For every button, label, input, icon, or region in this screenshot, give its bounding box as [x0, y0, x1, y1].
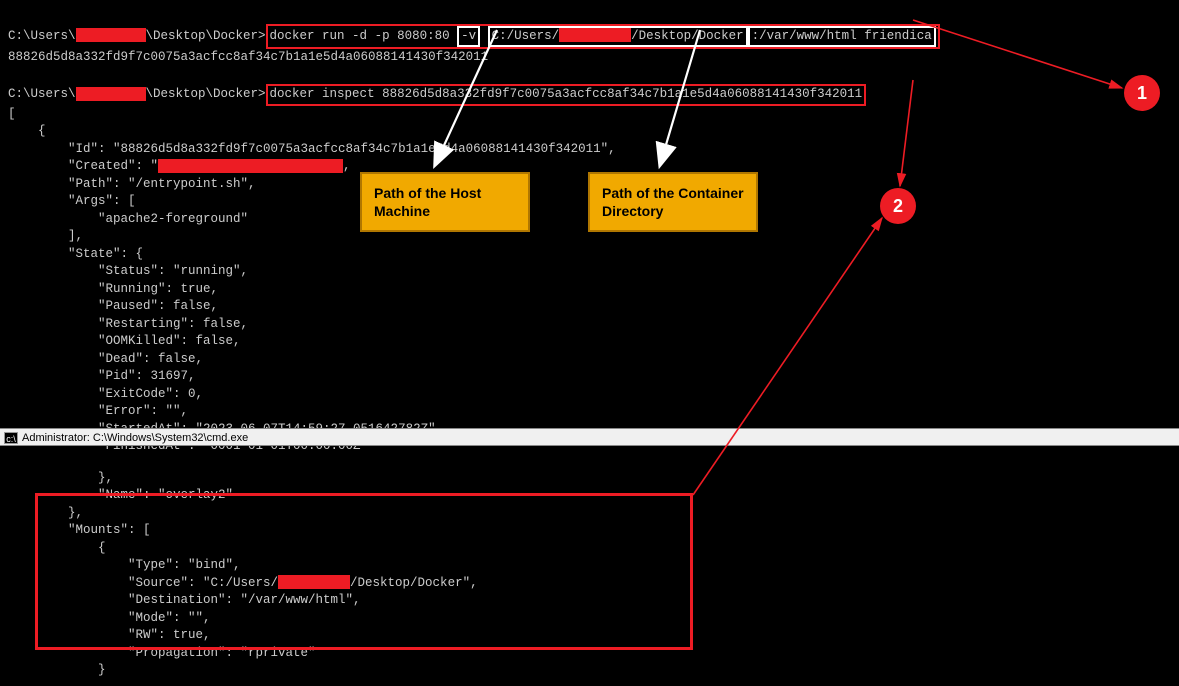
json-args1: "apache2-foreground" — [8, 212, 248, 226]
json-error: "Error": "", — [8, 404, 188, 418]
json-paused: "Paused": false, — [8, 299, 218, 313]
v-flag-box: -v — [457, 26, 480, 48]
json-prop: "Propagation": "rprivate" — [8, 646, 316, 660]
window-titlebar[interactable]: c:\ Administrator: C:\Windows\System32\cm… — [0, 428, 1179, 446]
prompt-line-2: C:\Users\\Desktop\Docker>docker inspect … — [8, 87, 866, 101]
redacted-user — [76, 28, 146, 42]
redacted-user2 — [559, 28, 631, 42]
badge-2: 2 — [880, 188, 916, 224]
json-mbrace: { — [8, 541, 106, 555]
json-running: "Running": true, — [8, 282, 218, 296]
json-dest: "Destination": "/var/www/html", — [8, 593, 361, 607]
callout-host-path: Path of the Host Machine — [360, 172, 530, 232]
json-oom: "OOMKilled": false, — [8, 334, 241, 348]
json-args-close: ], — [8, 229, 83, 243]
json-mounts: "Mounts": [ — [8, 523, 151, 537]
json-type: "Type": "bind", — [8, 558, 241, 572]
json-close2: }, — [8, 506, 83, 520]
json-path: "Path": "/entrypoint.sh", — [8, 177, 256, 191]
json-created: "Created": ", — [8, 159, 351, 173]
callout-host-path-text: Path of the Host Machine — [374, 185, 481, 219]
json-id: "Id": "88826d5d8a332fd9f7c0075a3acfcc8af… — [8, 142, 616, 156]
container-path-box: :/var/www/html friendica — [748, 26, 936, 48]
json-exit: "ExitCode": 0, — [8, 387, 203, 401]
json-name: "Name": "overlay2" — [8, 488, 233, 502]
redacted-source — [278, 575, 350, 589]
host-path-box: C:/Users//Desktop/Docker — [488, 26, 748, 48]
badge-2-text: 2 — [893, 196, 903, 217]
redacted-user3 — [76, 87, 146, 101]
json-pid: "Pid": 31697, — [8, 369, 196, 383]
badge-1: 1 — [1124, 75, 1160, 111]
cmd1-box: docker run -d -p 8080:80 -v C:/Users//De… — [266, 24, 940, 50]
json-state: "State": { — [8, 247, 143, 261]
window-title: Administrator: C:\Windows\System32\cmd.e… — [22, 432, 248, 444]
cmd-icon: c:\ — [4, 432, 18, 444]
json-args: "Args": [ — [8, 194, 136, 208]
json-restarting: "Restarting": false, — [8, 317, 248, 331]
cmd1-output: 88826d5d8a332fd9f7c0075a3acfcc8af34c7b1a… — [8, 50, 488, 64]
json-dead: "Dead": false, — [8, 352, 203, 366]
json-closebrace: }, — [8, 471, 113, 485]
terminal-lower: }, "Name": "overlay2" }, "Mounts": [ { "… — [0, 446, 1179, 686]
prompt-line-1: C:\Users\\Desktop\Docker>docker run -d -… — [8, 29, 940, 43]
badge-1-text: 1 — [1137, 83, 1147, 104]
json-source: "Source": "C:/Users//Desktop/Docker", — [8, 576, 478, 590]
callout-container-path: Path of the Container Directory — [588, 172, 758, 232]
json-rw: "RW": true, — [8, 628, 211, 642]
cmd2-box: docker inspect 88826d5d8a332fd9f7c0075a3… — [266, 84, 867, 106]
redacted-created — [158, 159, 343, 173]
json-brace1: { — [8, 124, 46, 138]
json-mbrace-close: } — [8, 663, 106, 677]
json-mode: "Mode": "", — [8, 611, 211, 625]
callout-container-path-text: Path of the Container Directory — [602, 185, 744, 219]
json-open: [ — [8, 107, 16, 121]
json-status: "Status": "running", — [8, 264, 248, 278]
